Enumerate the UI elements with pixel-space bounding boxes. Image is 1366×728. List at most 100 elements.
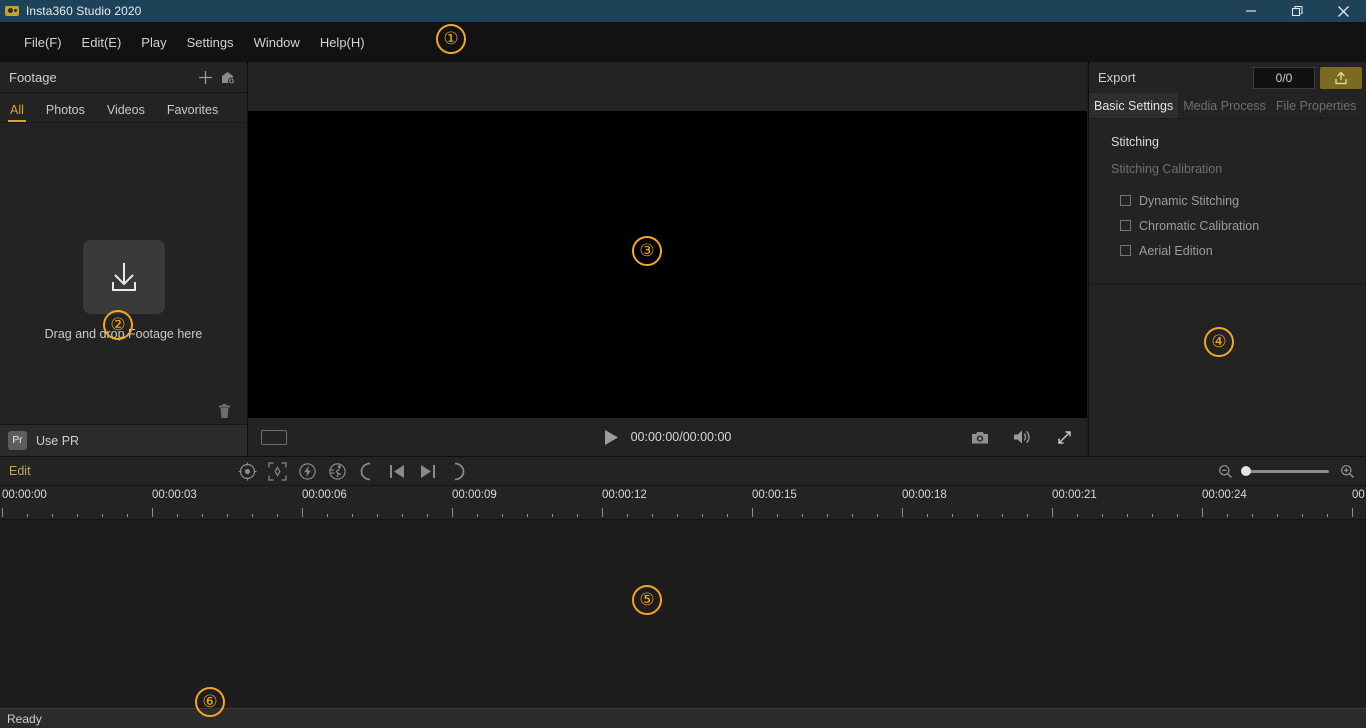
footage-dropzone[interactable]: Drag and drop Footage here (0, 123, 247, 393)
tab-videos[interactable]: Videos (107, 103, 145, 122)
timeline-tick (652, 514, 653, 517)
minimize-icon[interactable] (1228, 0, 1274, 22)
timeline-ruler[interactable]: 00:00:00 00:00:03 00:00:06 00:00:09 00:00:12… (0, 486, 1366, 519)
timeline-tick (1177, 514, 1178, 517)
timeline-tick (1052, 508, 1053, 517)
use-pr-bar[interactable]: Pr Use PR (0, 424, 247, 456)
menu-settings[interactable]: Settings (177, 31, 244, 54)
dynamic-stitching-checkbox[interactable] (1120, 195, 1131, 206)
timeline-label: 00:00:00 (2, 489, 47, 501)
upload-icon[interactable] (1320, 66, 1362, 89)
speaker-icon[interactable] (1011, 426, 1033, 448)
timeline-tick (677, 514, 678, 517)
timeline-tick (1327, 514, 1328, 517)
timeline-label: 00:00:12 (602, 489, 647, 501)
menu-window[interactable]: Window (244, 31, 310, 54)
timeline-tick (352, 514, 353, 517)
tab-file-properties[interactable]: File Properties (1271, 93, 1362, 118)
timeline-tick (752, 508, 753, 517)
timeline-tick (1102, 514, 1103, 517)
chromatic-calibration-label: Chromatic Calibration (1139, 218, 1260, 233)
aspect-ratio-button[interactable] (261, 429, 287, 445)
tab-photos[interactable]: Photos (46, 103, 85, 122)
title-bar: Insta360 Studio 2020 (0, 0, 1366, 22)
zoom-slider[interactable] (1241, 466, 1329, 476)
window-controls (1228, 0, 1366, 22)
timeline-label: 00:00:09 (452, 489, 497, 501)
timeline-tick (552, 514, 553, 517)
footage-header: Footage (0, 62, 247, 93)
checkbox-row-aerial-edition[interactable]: Aerial Edition (1089, 238, 1366, 263)
timeline-tick (802, 514, 803, 517)
timeline-tick (777, 514, 778, 517)
video-canvas[interactable] (248, 111, 1087, 418)
viewpoint-target-icon[interactable] (236, 460, 258, 482)
timecode-display: 00:00:00/00:00:00 (630, 430, 732, 444)
menu-help[interactable]: Help(H) (310, 31, 375, 54)
mark-in-icon[interactable] (356, 460, 378, 482)
flash-speed-icon[interactable] (296, 460, 318, 482)
timeline-tick (702, 514, 703, 517)
chromatic-calibration-checkbox[interactable] (1120, 220, 1131, 231)
previous-frame-icon[interactable] (386, 460, 408, 482)
trash-icon[interactable] (213, 400, 235, 422)
timeline-tick (302, 508, 303, 517)
add-favorite-icon[interactable] (216, 66, 238, 88)
timeline-tick (952, 514, 953, 517)
aerial-edition-checkbox[interactable] (1120, 245, 1131, 256)
timeline-tick (327, 514, 328, 517)
timeline-tick (1127, 514, 1128, 517)
stitching-calibration-label: Stitching Calibration (1111, 162, 1223, 176)
timeline-tick (627, 514, 628, 517)
timeline-tick (377, 514, 378, 517)
snapshot-camera-icon[interactable] (969, 426, 991, 448)
tab-media-process[interactable]: Media Process (1178, 93, 1271, 118)
stitching-section-title: Stitching (1111, 135, 1159, 149)
next-frame-icon[interactable] (416, 460, 438, 482)
timeline-tick (1027, 514, 1028, 517)
timeline-tick (177, 514, 178, 517)
tab-basic-settings[interactable]: Basic Settings (1089, 93, 1179, 118)
timeline-zoom-control (1214, 460, 1358, 482)
player-right-controls (969, 426, 1075, 448)
mark-out-icon[interactable] (446, 460, 468, 482)
zoom-in-icon[interactable] (1336, 460, 1358, 482)
maximize-icon[interactable] (1274, 0, 1320, 22)
motion-tracking-icon[interactable] (326, 460, 348, 482)
timeline-tick (1002, 514, 1003, 517)
zoom-out-icon[interactable] (1214, 460, 1236, 482)
checkbox-row-chromatic-calibration[interactable]: Chromatic Calibration (1089, 213, 1366, 238)
basic-settings-body: Stitching Stitching Calibration Dynamic … (1089, 119, 1366, 263)
timeline-tick (927, 514, 928, 517)
close-icon[interactable] (1320, 0, 1366, 22)
timeline-tick (502, 514, 503, 517)
play-icon[interactable] (604, 429, 619, 446)
timeline-tick (1352, 508, 1353, 517)
timeline-tick (1302, 514, 1303, 517)
focus-frame-icon[interactable] (266, 460, 288, 482)
tab-favorites[interactable]: Favorites (167, 103, 218, 122)
annotation-6-statusbar: ⑥ (195, 687, 225, 717)
edit-toolbar: Edit (0, 456, 1366, 486)
menu-play[interactable]: Play (131, 31, 176, 54)
timeline-label: 00:00:03 (152, 489, 197, 501)
timeline-tracks[interactable] (0, 519, 1366, 708)
annotation-4-export-panel: ④ (1204, 327, 1234, 357)
fullscreen-icon[interactable] (1053, 426, 1075, 448)
timeline-tick (827, 514, 828, 517)
annotation-3-preview: ③ (632, 236, 662, 266)
timeline-label: 00:00:06 (302, 489, 347, 501)
menu-edit[interactable]: Edit(E) (72, 31, 132, 54)
zoom-slider-handle[interactable] (1241, 466, 1251, 476)
checkbox-row-dynamic-stitching[interactable]: Dynamic Stitching (1089, 188, 1366, 213)
menu-file[interactable]: File(F) (14, 31, 72, 54)
plus-icon[interactable] (194, 66, 216, 88)
timeline-tick (1227, 514, 1228, 517)
timeline-tick (902, 508, 903, 517)
tab-all[interactable]: All (8, 103, 26, 122)
timeline-tick (1277, 514, 1278, 517)
download-arrow-icon (82, 240, 165, 314)
pr-badge: Pr (8, 431, 27, 450)
status-text: Ready (7, 711, 42, 726)
export-header: Export 0/0 (1089, 62, 1366, 93)
